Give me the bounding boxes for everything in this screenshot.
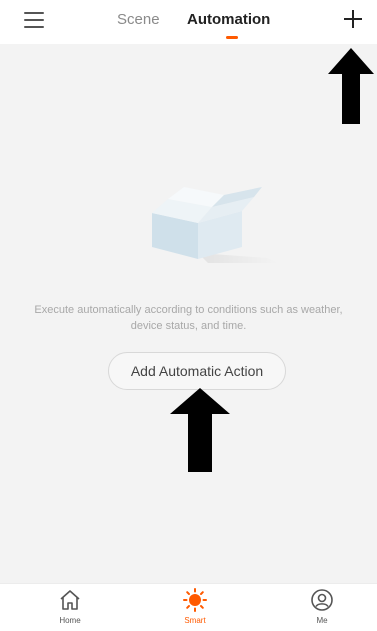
bottom-nav: Home Smart Me — [0, 583, 377, 631]
active-tab-indicator — [226, 36, 238, 39]
tab-scene[interactable]: Scene — [117, 11, 160, 28]
nav-label-smart: Smart — [184, 616, 206, 625]
nav-label-home: Home — [59, 616, 81, 625]
nav-item-home[interactable]: Home — [40, 588, 100, 630]
open-box-icon — [152, 187, 278, 263]
top-bar: Scene Automation — [0, 0, 377, 44]
tab-automation[interactable]: Automation — [187, 11, 270, 28]
arrow-up-icon — [328, 48, 374, 124]
home-icon — [60, 590, 80, 610]
nav-item-me[interactable]: Me — [292, 588, 352, 630]
empty-state-message: Execute automatically according to condi… — [34, 304, 343, 332]
arrow-up-icon — [170, 388, 230, 472]
hamburger-icon[interactable] — [24, 12, 44, 28]
nav-item-smart[interactable]: Smart — [165, 588, 225, 630]
nav-label-me: Me — [316, 616, 328, 625]
add-automatic-action-button[interactable]: Add Automatic Action — [108, 352, 286, 390]
sun-icon — [183, 588, 207, 612]
user-icon — [311, 589, 333, 611]
automation-screen: Scene Automation Execute automatically a… — [0, 0, 377, 631]
plus-icon[interactable] — [342, 8, 364, 30]
